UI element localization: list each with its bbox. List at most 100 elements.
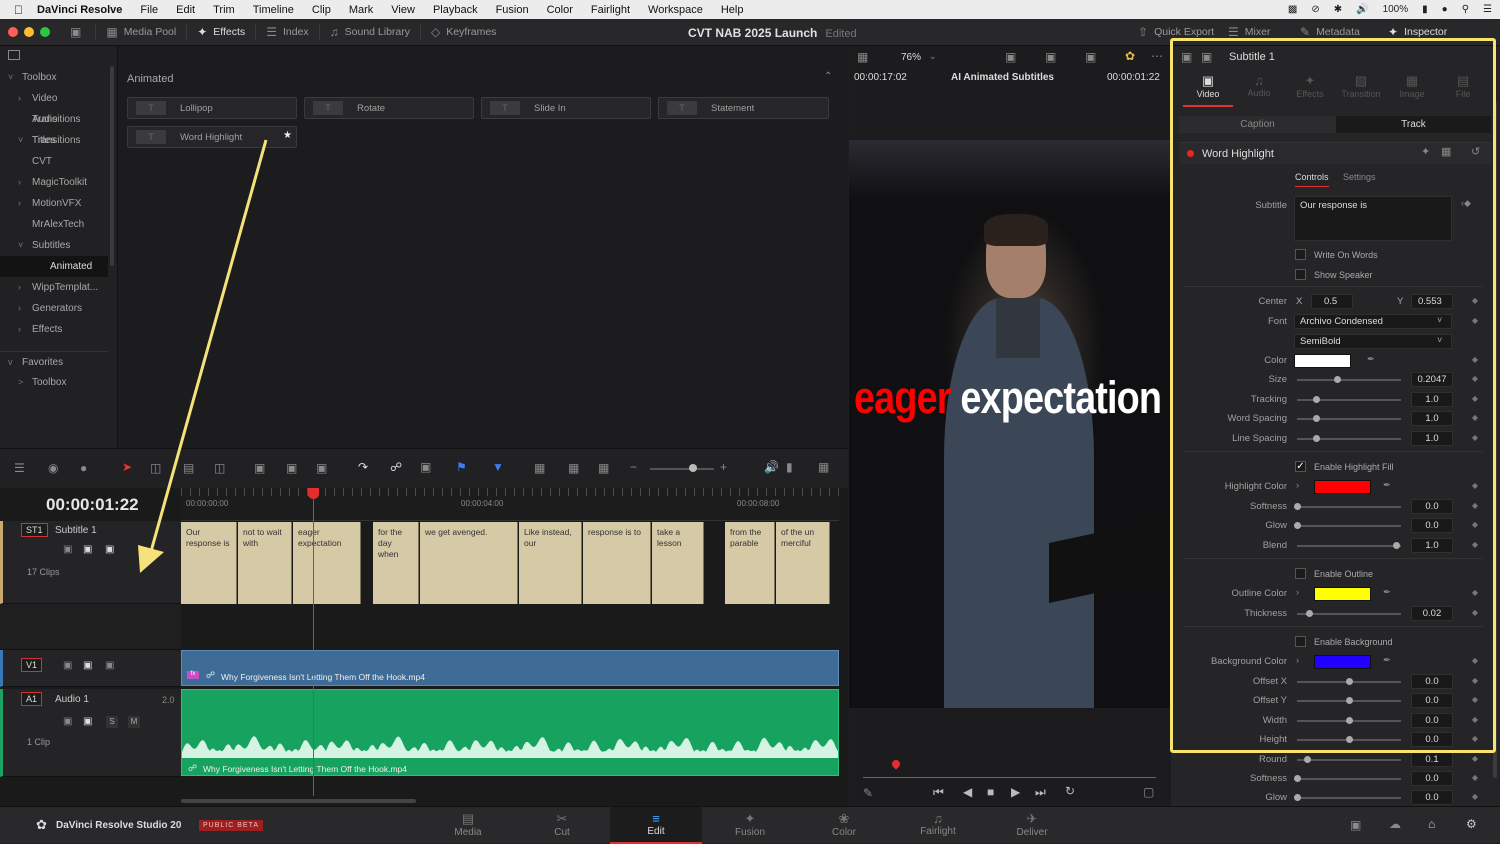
inspector-scrollbar[interactable] [1493,102,1497,778]
keyframe-diamond-icon[interactable]: ◆ [1472,296,1478,305]
eyedropper-icon[interactable]: ✒ [1383,655,1391,666]
word-spacing-value[interactable]: 1.0 [1411,411,1453,426]
keyframe-diamond-icon[interactable]: ◆ [1472,695,1478,704]
offset-x-slider-knob[interactable] [1346,678,1353,685]
st1-track-tag[interactable]: ST1 [21,523,48,537]
timeline-options-icon[interactable]: ▦ [818,461,829,473]
keyframes-button[interactable]: ◇ Keyframes [421,19,506,46]
viewer-clip-name[interactable]: AI Animated Subtitles [951,72,1054,83]
tree-item[interactable]: Audio Transitions [0,109,108,146]
keyframe-diamond-icon[interactable]: ◆ [1472,413,1478,422]
keyframe-diamond-icon[interactable]: ◆ [1472,520,1478,529]
tracking-slider-knob[interactable] [1312,396,1320,403]
page-tab-edit[interactable]: ≡ Edit [610,807,702,844]
tree-item[interactable]: › Video Transitions [0,88,108,125]
go-to-end-icon[interactable]: ⏭ [1035,786,1046,798]
keyframe-diamond-icon[interactable]: ◆ [1472,481,1478,490]
quick-export-button[interactable]: ⇧ Quick Export [1128,19,1224,46]
meter-icon[interactable]: ▮ [786,461,793,473]
thickness-slider-knob[interactable] [1306,610,1314,617]
tree-item[interactable]: › Effects [0,319,108,340]
lock-icon[interactable]: ▣ [420,461,431,473]
offset-y-slider-knob[interactable] [1346,697,1353,704]
track-lock-icon[interactable]: ▣ [63,545,72,555]
word-spacing-slider-knob[interactable] [1312,415,1320,422]
thickness-value[interactable]: 0.02 [1411,606,1453,621]
bg-softness-slider-knob[interactable] [1294,775,1301,782]
st1-track-name[interactable]: Subtitle 1 [55,525,97,536]
cloud-icon[interactable]: ☁ [1389,818,1401,830]
write-on-words-checkbox[interactable] [1295,249,1306,260]
blade-tool-icon[interactable]: ◫ [214,462,225,474]
volume-icon[interactable]: 🔊 [1356,4,1368,15]
chevron-right-icon[interactable]: › [18,193,21,214]
expand-icon[interactable]: ▣ [70,26,81,38]
round-slider[interactable] [1297,759,1401,761]
battery-icon[interactable]: ▮ [1422,4,1428,15]
play-icon[interactable]: ▶ [1011,786,1020,798]
bg-glow-slider[interactable] [1297,797,1401,799]
chevron-down-icon[interactable]: ˅ [18,130,23,151]
stop-icon[interactable]: ■ [987,786,994,798]
track-enable-icon[interactable]: ▣ [83,545,92,555]
playhead-handle[interactable] [308,488,319,499]
eyedropper-icon[interactable]: ✒ [1383,587,1391,598]
enable-background-checkbox[interactable] [1295,636,1306,647]
size-slider-knob[interactable] [1333,376,1341,383]
keyframe-diamond-icon[interactable]: ◆ [1472,656,1478,665]
eyedropper-icon[interactable]: ✒ [1367,354,1375,365]
font-style-select[interactable]: SemiBold [1294,334,1452,349]
menu-playback[interactable]: Playback [433,4,478,16]
background-color-swatch[interactable] [1314,655,1371,669]
menu-timeline[interactable]: Timeline [253,4,294,16]
menu-trim[interactable]: Trim [213,4,235,16]
tree-item[interactable]: › MotionVFX [0,193,108,214]
keyframe-diamond-icon[interactable]: ◆ [1472,588,1478,597]
v1-lock-icon[interactable]: ▣ [63,661,72,671]
effects-button[interactable]: ✦ Effects [187,19,255,46]
play-reverse-icon[interactable]: ◀ [963,786,972,798]
zoom-detail-icon[interactable]: ▦ [568,462,579,474]
user-icon[interactable]: ● [1442,4,1448,15]
chevron-down-icon[interactable]: ˅ [8,67,13,88]
menu-file[interactable]: File [140,4,158,16]
chevron-right-icon[interactable]: › [18,298,21,319]
menu-fusion[interactable]: Fusion [496,4,529,16]
effect-card-word-highlight[interactable]: T Word Highlight ★ [127,126,297,148]
chevron-right-icon[interactable]: › [18,277,21,298]
index-button[interactable]: ☰ Index [256,19,318,46]
collapse-chevron-icon[interactable]: ⌃ [824,71,832,82]
tree-item[interactable]: › MagicToolkit [0,172,108,193]
blend-slider[interactable] [1297,545,1401,547]
font-select[interactable]: Archivo Condensed [1294,314,1452,329]
subtitle-clip[interactable]: for the day when [373,522,419,604]
glow-value[interactable]: 0.0 [1411,518,1453,533]
eyedropper-icon[interactable]: ✒ [1383,480,1391,491]
zoom-full-icon[interactable]: ▦ [534,462,545,474]
menu-workspace[interactable]: Workspace [648,4,703,16]
favorites-toolbox[interactable]: > Toolbox [0,372,108,393]
tree-item[interactable]: MrAlexTech [0,214,108,235]
tracking-value[interactable]: 1.0 [1411,392,1453,407]
highlight-color-swatch[interactable] [1314,480,1371,494]
expand-chevron-icon[interactable]: › [1296,587,1299,598]
marker-icon[interactable]: ▼ [492,461,504,473]
line-spacing-slider-knob[interactable] [1312,435,1320,442]
tree-item[interactable]: › Generators [0,298,108,319]
keyframe-diamond-icon[interactable]: ◆ [1472,540,1478,549]
v1-track-tag[interactable]: V1 [21,658,43,672]
keyframe-diamond-icon[interactable]: ◆ [1472,792,1478,801]
softness-slider-knob[interactable] [1294,503,1301,510]
sound-library-button[interactable]: ♫ Sound Library [320,19,420,46]
bg-softness-value[interactable]: 0.0 [1411,771,1453,786]
softness-slider[interactable] [1297,506,1401,508]
subtitle-clip[interactable]: response is to [583,522,651,604]
home-icon[interactable]: ⌂ [1428,818,1435,830]
link-icon[interactable]: ☍ [390,461,402,473]
viewer-tools-icon[interactable]: ✎ [863,787,873,799]
video-frame[interactable]: eager expectation [849,140,1171,708]
round-value[interactable]: 0.1 [1411,752,1453,767]
enable-highlight-fill-checkbox[interactable]: ✓ [1295,461,1306,472]
subtitle-text-field[interactable]: Our response is [1294,196,1452,241]
menu-view[interactable]: View [391,4,415,16]
